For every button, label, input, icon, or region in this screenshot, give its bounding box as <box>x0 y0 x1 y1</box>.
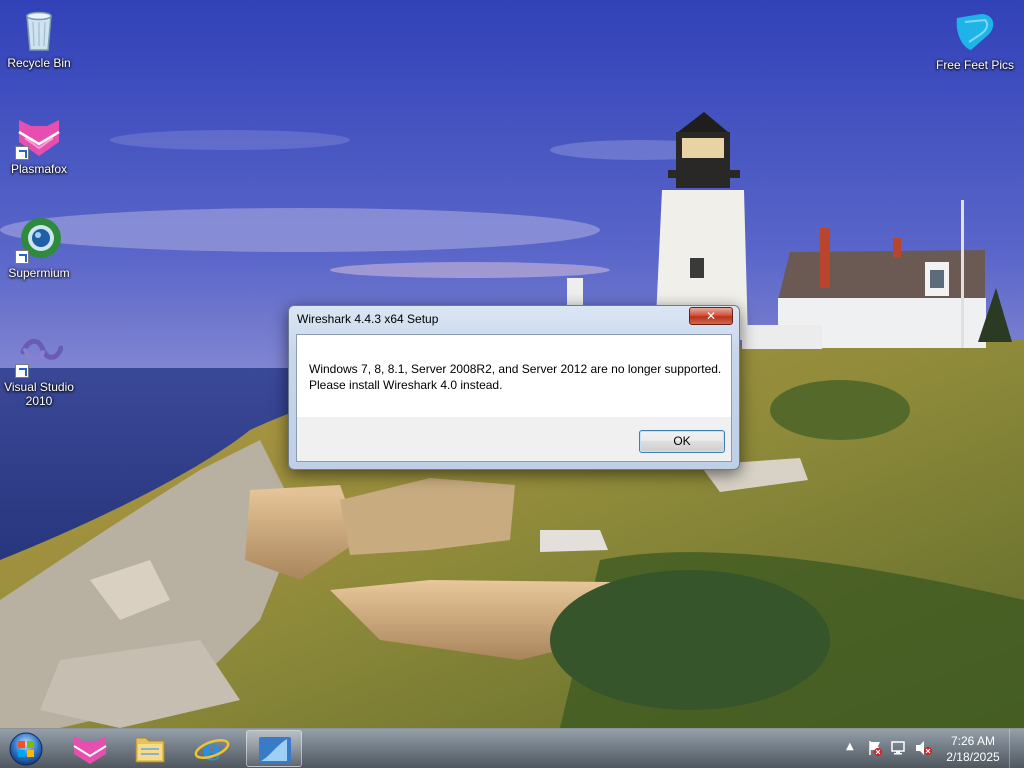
taskbar-item-wireshark[interactable] <box>246 730 302 767</box>
file-explorer-icon <box>135 737 165 763</box>
svg-text:e: e <box>202 733 221 767</box>
show-desktop-button[interactable] <box>1009 729 1024 769</box>
recycle-bin-shortcut[interactable]: Recycle Bin <box>0 6 79 70</box>
system-clock[interactable]: 7:26 AM 2/18/2025 <box>940 733 1006 765</box>
taskbar-item-file-explorer[interactable] <box>122 730 178 767</box>
visual-studio-2010-shortcut[interactable]: Visual Studio 2010 <box>0 330 79 408</box>
taskbar-item-plasmafox[interactable] <box>62 730 118 767</box>
taskbar: e ▲ 7:26 AM 2/18/2025 <box>0 728 1024 769</box>
dialog-title: Wireshark 4.4.3 x64 Setup <box>297 312 439 326</box>
supermium-label: Supermium <box>8 266 70 280</box>
shortcut-arrow-icon <box>15 364 29 378</box>
close-button[interactable]: ✕ <box>689 307 733 325</box>
plasmafox-icon <box>15 112 63 160</box>
free-feet-pics-icon <box>951 8 999 56</box>
wireshark-icon <box>259 737 291 763</box>
dialog-titlebar[interactable]: Wireshark 4.4.3 x64 Setup ✕ <box>289 306 739 332</box>
message-line-2: Please install Wireshark 4.0 instead. <box>309 378 503 392</box>
shortcut-arrow-icon <box>15 146 29 160</box>
dialog-client-area: Windows 7, 8, 8.1, Server 2008R2, and Se… <box>296 334 732 462</box>
clock-time: 7:26 AM <box>950 734 996 748</box>
shortcut-arrow-icon <box>15 250 29 264</box>
recycle-bin-icon <box>15 6 63 54</box>
clock-date: 2/18/2025 <box>946 750 1000 764</box>
plasmafox-shortcut[interactable]: Plasmafox <box>0 112 79 176</box>
supermium-shortcut[interactable]: Supermium <box>0 216 79 280</box>
message-area: Windows 7, 8, 8.1, Server 2008R2, and Se… <box>297 335 731 417</box>
message-line-1: Windows 7, 8, 8.1, Server 2008R2, and Se… <box>309 362 722 376</box>
network-icon[interactable] <box>890 739 908 757</box>
visual-studio-icon <box>15 330 64 378</box>
plasmafox-label: Plasmafox <box>10 162 68 176</box>
plasmafox-icon <box>73 736 107 764</box>
dialog-message: Windows 7, 8, 8.1, Server 2008R2, and Se… <box>309 361 721 393</box>
notification-area: ▲ <box>842 729 938 769</box>
windows-orb-icon <box>9 732 43 766</box>
close-icon: ✕ <box>705 309 717 323</box>
taskbar-item-internet-explorer[interactable]: e <box>184 730 240 768</box>
ok-button[interactable]: OK <box>639 430 725 453</box>
visual-studio-label: Visual Studio 2010 <box>4 380 74 408</box>
internet-explorer-icon: e <box>194 733 230 768</box>
start-button[interactable] <box>6 731 46 767</box>
supermium-icon <box>15 216 63 264</box>
free-feet-pics-label: Free Feet Pics <box>935 58 1015 72</box>
volume-muted-icon[interactable] <box>914 739 934 757</box>
recycle-bin-label: Recycle Bin <box>7 56 71 70</box>
show-hidden-icons-chevron[interactable]: ▲ <box>846 741 854 752</box>
action-center-flag-icon[interactable] <box>866 739 884 757</box>
free-feet-pics-shortcut[interactable]: Free Feet Pics <box>934 8 1016 72</box>
wireshark-setup-dialog: Wireshark 4.4.3 x64 Setup ✕ Windows 7, 8… <box>288 305 740 470</box>
